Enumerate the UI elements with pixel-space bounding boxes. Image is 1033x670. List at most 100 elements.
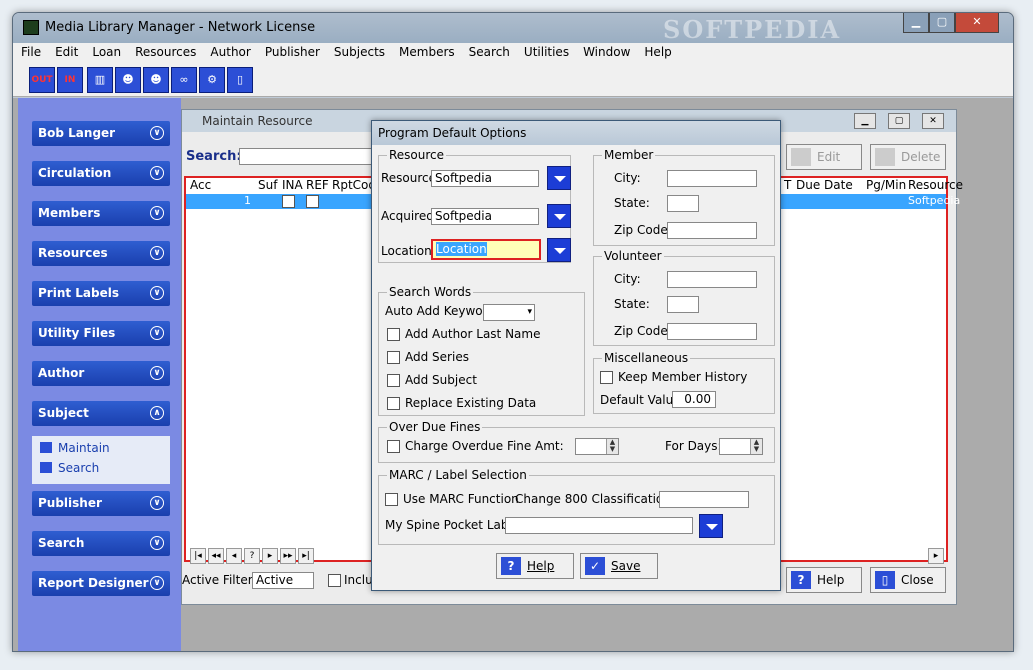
amount-input[interactable]: ▲ ▼ [575, 438, 619, 455]
edit-button[interactable]: Edit [786, 144, 862, 170]
minimize-button[interactable]: ▁ [903, 13, 929, 33]
menu-author[interactable]: Author [202, 43, 256, 59]
spin-arrows-icon[interactable]: ▲ ▼ [750, 439, 762, 454]
edit-icon [40, 442, 52, 453]
volunteer-state-input[interactable] [667, 296, 699, 313]
column-header-acc[interactable]: Acc [190, 178, 211, 192]
dialog-save-button[interactable]: ✓ Save [580, 553, 658, 579]
check-out-button[interactable]: OUT [29, 67, 55, 93]
add-subject-checkbox[interactable] [387, 374, 400, 387]
volunteer-city-input[interactable] [667, 271, 757, 288]
sidebar-item-report-designer[interactable]: Report Designer ∨ [32, 571, 170, 596]
menu-help[interactable]: Help [636, 43, 677, 59]
column-header-pg-min[interactable]: Pg/Min [866, 178, 906, 192]
acquired-field[interactable]: Softpedia [431, 208, 539, 225]
use-marc-checkbox[interactable] [385, 493, 398, 506]
menu-members[interactable]: Members [391, 43, 461, 59]
spin-arrows-icon[interactable]: ▲ ▼ [606, 439, 618, 454]
book-icon[interactable]: ▥ [87, 67, 113, 93]
add-author-checkbox[interactable] [387, 328, 400, 341]
sidebar-item-members[interactable]: Members ∨ [32, 201, 170, 226]
scroll-right-button[interactable]: ▸ [928, 548, 944, 564]
menu-resources[interactable]: Resources [127, 43, 202, 59]
nav-prev-button[interactable]: ◂ [226, 548, 242, 564]
column-header-due-date[interactable]: Due Date [796, 178, 853, 192]
delete-button[interactable]: Delete [870, 144, 946, 170]
child-close-button[interactable]: ✕ [922, 113, 944, 129]
chevron-down-icon: ∨ [150, 496, 164, 510]
child-maximize-button[interactable]: ▢ [888, 113, 910, 129]
volunteer-zip-input[interactable] [667, 323, 757, 340]
member-icon[interactable]: ☻ [115, 67, 141, 93]
spine-label-dropdown-button[interactable] [699, 514, 723, 538]
for-days-input[interactable]: ▲ ▼ [719, 438, 763, 455]
subject-search-link[interactable]: Search [40, 461, 99, 475]
column-header-suf[interactable]: Suf [258, 178, 277, 192]
keep-member-history-checkbox[interactable] [600, 371, 613, 384]
charge-overdue-checkbox[interactable] [387, 440, 400, 453]
close-window-button[interactable]: ✕ [955, 13, 999, 33]
row-ina-checkbox[interactable] [282, 195, 295, 208]
default-value-input[interactable]: 0.00 [672, 391, 716, 408]
sidebar-item-subject[interactable]: Subject ∧ [32, 401, 170, 426]
menu-utilities[interactable]: Utilities [516, 43, 575, 59]
change-800-input[interactable] [659, 491, 749, 508]
menu-loan[interactable]: Loan [84, 43, 127, 59]
maintain-close-button[interactable]: ▯ Close [870, 567, 946, 593]
include-checkbox[interactable] [328, 574, 341, 587]
location-field[interactable]: Location [431, 239, 541, 260]
active-filter-select[interactable]: Active [252, 572, 314, 589]
member-city-input[interactable] [667, 170, 757, 187]
nav-prev-page-button[interactable]: ◂◂ [208, 548, 224, 564]
sidebar-item-bob-langer[interactable]: Bob Langer ∨ [32, 121, 170, 146]
subject-maintain-link[interactable]: Maintain [40, 441, 110, 455]
member-zip-input[interactable] [667, 222, 757, 239]
menu-publisher[interactable]: Publisher [257, 43, 326, 59]
search-input[interactable] [239, 148, 375, 165]
menu-edit[interactable]: Edit [47, 43, 84, 59]
exit-door-icon[interactable]: ▯ [227, 67, 253, 93]
dialog-help-button[interactable]: ? Help [496, 553, 574, 579]
check-in-button[interactable]: IN [57, 67, 83, 93]
maintain-help-button[interactable]: ? Help [786, 567, 862, 593]
menu-file[interactable]: File [13, 43, 47, 59]
nav-first-button[interactable]: |◂ [190, 548, 206, 564]
child-minimize-button[interactable]: ▁ [854, 113, 876, 129]
nav-find-button[interactable]: ? [244, 548, 260, 564]
chevron-up-icon: ∧ [150, 406, 164, 420]
sidebar-item-publisher[interactable]: Publisher ∨ [32, 491, 170, 516]
auto-add-keyword-select[interactable]: ▾ [483, 304, 535, 321]
nav-next-page-button[interactable]: ▸▸ [280, 548, 296, 564]
sidebar-item-search[interactable]: Search ∨ [32, 531, 170, 556]
replace-existing-checkbox[interactable] [387, 397, 400, 410]
menu-window[interactable]: Window [575, 43, 636, 59]
sidebar-item-utility-files[interactable]: Utility Files ∨ [32, 321, 170, 346]
nav-last-button[interactable]: ▸| [298, 548, 314, 564]
acquired-dropdown-button[interactable] [547, 204, 571, 228]
watermark: SOFTPEDIA [663, 15, 842, 44]
maximize-button[interactable]: ▢ [929, 13, 955, 33]
sidebar-item-print-labels[interactable]: Print Labels ∨ [32, 281, 170, 306]
sidebar-item-circulation[interactable]: Circulation ∨ [32, 161, 170, 186]
location-dropdown-button[interactable] [547, 238, 571, 262]
sidebar: Bob Langer ∨ Circulation ∨ Members ∨ Resour… [18, 98, 181, 651]
row-ref-checkbox[interactable] [306, 195, 319, 208]
menu-search[interactable]: Search [461, 43, 516, 59]
nav-next-button[interactable]: ▸ [262, 548, 278, 564]
sidebar-item-resources[interactable]: Resources ∨ [32, 241, 170, 266]
column-header-t[interactable]: T [784, 178, 791, 192]
resource-field[interactable]: Softpedia [431, 170, 539, 187]
column-header-resource[interactable]: Resource [908, 178, 963, 192]
add-series-checkbox[interactable] [387, 351, 400, 364]
member-state-input[interactable] [667, 195, 699, 212]
members-icon[interactable]: ☻ [143, 67, 169, 93]
binoculars-icon[interactable]: ∞ [171, 67, 197, 93]
column-header-ina[interactable]: INA [282, 178, 303, 192]
column-header-ref[interactable]: REF [306, 178, 329, 192]
sidebar-item-author[interactable]: Author ∨ [32, 361, 170, 386]
spine-pocket-label-input[interactable] [505, 517, 693, 534]
settings-icon[interactable]: ⚙ [199, 67, 225, 93]
resource-dropdown-button[interactable] [547, 166, 571, 190]
menu-subjects[interactable]: Subjects [326, 43, 391, 59]
chevron-down-icon: ∨ [150, 536, 164, 550]
